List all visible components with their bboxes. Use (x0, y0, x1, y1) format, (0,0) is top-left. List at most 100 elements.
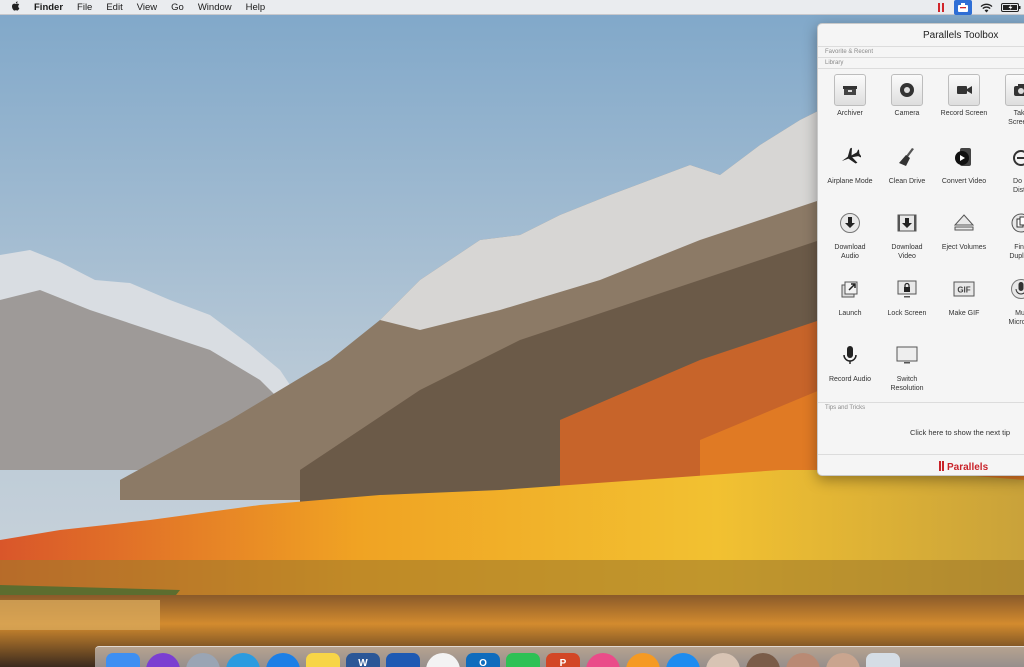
parallels-toolbox-popover: Parallels Toolbox Favorite & Recent Libr… (817, 23, 1024, 476)
internet-explorer-icon[interactable] (226, 653, 260, 667)
tool-switch-resolution[interactable]: Switch Resolution (877, 338, 937, 393)
tool-label: Launch (838, 310, 862, 317)
tool-label: Download Video (891, 244, 923, 260)
contact-avatar-icon[interactable] (826, 653, 860, 667)
camera-icon (891, 74, 923, 106)
tool-eject-volumes[interactable]: Eject Volumes (934, 206, 994, 252)
menu-help[interactable]: Help (239, 0, 273, 15)
tool-label: Do N Distu (1013, 178, 1024, 194)
contact-avatar-icon[interactable] (786, 653, 820, 667)
monitor-icon (890, 338, 924, 372)
take-screenshot-icon (1005, 74, 1024, 106)
contact-avatar-icon[interactable] (746, 653, 780, 667)
lock-screen-icon (890, 272, 924, 306)
apple-icon[interactable] (0, 0, 30, 14)
battery-icon[interactable] (1000, 0, 1022, 15)
ibooks-icon[interactable] (626, 653, 660, 667)
tool-label: Airplane Mode (827, 178, 873, 185)
parallels-logo-icon (939, 461, 945, 474)
tool-mute-microphone[interactable]: Mut Microph (991, 272, 1024, 327)
next-tip-link[interactable]: Click here to show the next tip (910, 428, 1010, 437)
itunes-icon[interactable] (586, 653, 620, 667)
tool-record-audio[interactable]: Record Audio (820, 338, 880, 384)
gif-icon: GIF (947, 272, 981, 306)
tool-label: Make GIF (948, 310, 980, 317)
launch-icon (833, 272, 867, 306)
tips-section-label: Tips and Tricks (818, 402, 1024, 413)
microphone-icon (833, 338, 867, 372)
safari-icon[interactable] (266, 653, 300, 667)
contact-avatar-icon[interactable] (706, 653, 740, 667)
wifi-icon[interactable] (978, 0, 994, 15)
parallels-brand[interactable]: Parallels (939, 461, 988, 474)
tool-find-duplicates[interactable]: Find Duplica (991, 206, 1024, 261)
do-not-disturb-icon (1004, 140, 1024, 174)
tool-download-video[interactable]: Download Video (877, 206, 937, 261)
tool-camera[interactable]: Camera (877, 74, 937, 118)
tab-favorite-recent[interactable]: Favorite & Recent (818, 46, 1024, 57)
tool-label: Camera (894, 110, 920, 117)
toolbox-footer: Parallels (818, 454, 1024, 475)
find-duplicates-icon (1004, 206, 1024, 240)
broom-icon (890, 140, 924, 174)
tool-label: Clean Drive (888, 178, 926, 185)
tab-library[interactable]: Library (818, 57, 1024, 68)
tool-take-screenshot[interactable]: Take Screens (991, 74, 1024, 127)
siri-icon[interactable] (146, 653, 180, 667)
tool-make-gif[interactable]: GIF Make GIF (934, 272, 994, 318)
tool-archiver[interactable]: Archiver (820, 74, 880, 118)
windows-app-icon[interactable] (386, 653, 420, 667)
toolbox-icon[interactable] (954, 0, 972, 15)
trash-icon[interactable] (866, 653, 900, 667)
tool-do-not-disturb[interactable]: Do N Distu (991, 140, 1024, 195)
launchpad-icon[interactable] (186, 653, 220, 667)
tool-label: Download Audio (834, 244, 866, 260)
mute-microphone-icon (1004, 272, 1024, 306)
eject-icon (947, 206, 981, 240)
tool-label: Record Screen (940, 110, 988, 117)
tool-airplane-mode[interactable]: Airplane Mode (820, 140, 880, 186)
status-area (928, 0, 1024, 15)
tool-grid: Archiver Camera Record Screen Take Scree… (818, 68, 1024, 402)
tool-label: Find Duplica (1009, 244, 1024, 260)
notes-icon[interactable] (306, 653, 340, 667)
tool-label: Archiver (837, 110, 863, 117)
menu-file[interactable]: File (70, 0, 99, 15)
tool-label: Switch Resolution (890, 376, 924, 392)
convert-video-icon (947, 140, 981, 174)
archiver-icon (834, 74, 866, 106)
tool-clean-drive[interactable]: Clean Drive (877, 140, 937, 186)
tool-launch[interactable]: Launch (820, 272, 880, 318)
app-store-icon[interactable] (666, 653, 700, 667)
record-screen-icon (948, 74, 980, 106)
tool-label: Mut Microph (1008, 310, 1024, 326)
outlook-icon[interactable]: O (466, 653, 500, 667)
finder-icon[interactable] (106, 653, 140, 667)
tool-label: Lock Screen (887, 310, 927, 317)
tool-record-screen[interactable]: Record Screen (934, 74, 994, 118)
parallels-icon[interactable] (934, 0, 948, 15)
menu-window[interactable]: Window (191, 0, 239, 15)
airplane-icon (833, 140, 867, 174)
tool-convert-video[interactable]: Convert Video (934, 140, 994, 186)
svg-text:GIF: GIF (957, 286, 970, 295)
download-audio-icon (833, 206, 867, 240)
menu-bar: Finder File Edit View Go Window Help (0, 0, 1024, 15)
facetime-icon[interactable] (506, 653, 540, 667)
menu-go[interactable]: Go (164, 0, 191, 15)
menu-finder[interactable]: Finder (30, 0, 70, 15)
tool-label: Eject Volumes (941, 244, 987, 251)
tool-label: Record Audio (828, 376, 872, 383)
toolbox-title: Parallels Toolbox (923, 30, 999, 41)
powerpoint-icon[interactable]: P (546, 653, 580, 667)
word-icon[interactable]: W (346, 653, 380, 667)
download-video-icon (890, 206, 924, 240)
photos-icon[interactable] (426, 653, 460, 667)
dock: WOP (95, 646, 1024, 667)
menu-edit[interactable]: Edit (99, 0, 129, 15)
tool-label: Convert Video (941, 178, 987, 185)
menu-view[interactable]: View (130, 0, 164, 15)
apple-logo-glyph (11, 0, 19, 11)
tool-download-audio[interactable]: Download Audio (820, 206, 880, 261)
tool-lock-screen[interactable]: Lock Screen (877, 272, 937, 318)
